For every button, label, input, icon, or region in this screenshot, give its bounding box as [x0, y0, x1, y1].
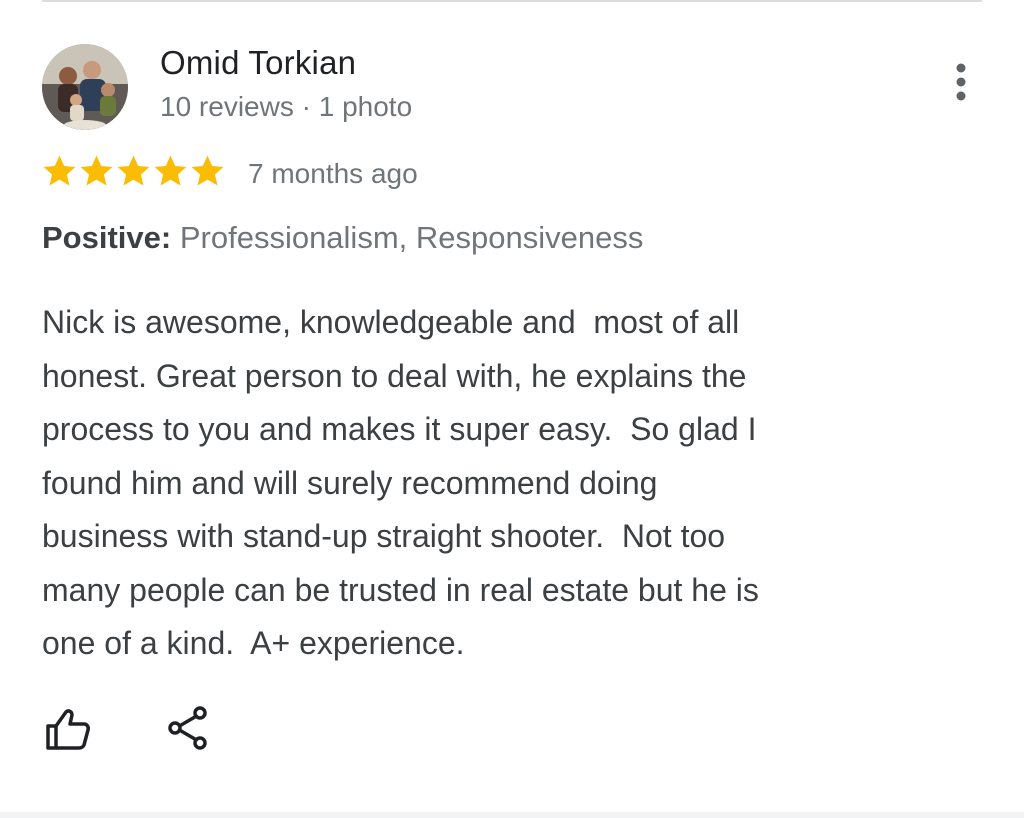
review-date: 7 months ago — [248, 158, 418, 189]
highlights-value: Professionalism, Responsiveness — [179, 220, 644, 255]
star-icon — [154, 155, 187, 186]
more-options-button[interactable] — [940, 58, 982, 106]
author-name[interactable]: Omid Torkian — [160, 44, 356, 82]
author-review-count: 10 reviews · 1 photo — [160, 91, 413, 122]
star-icon — [43, 155, 76, 186]
review-text: Nick is awesome, knowledgeable and most … — [42, 304, 759, 661]
share-button[interactable] — [162, 702, 214, 754]
highlights-label: Positive: — [42, 220, 172, 255]
like-button[interactable] — [42, 704, 94, 756]
avatar-photo — [42, 44, 128, 130]
thumbs-up-icon — [46, 709, 90, 750]
star-icon — [80, 155, 113, 186]
star-icon — [191, 155, 224, 186]
review-highlights: Positive: Professionalism, Responsivenes… — [42, 220, 643, 256]
share-icon — [168, 706, 207, 750]
more-vert-icon — [956, 63, 966, 101]
star-icon — [117, 155, 150, 186]
bottom-divider — [0, 812, 1024, 818]
author-avatar[interactable] — [42, 44, 128, 130]
star-rating — [42, 154, 225, 189]
top-divider — [42, 0, 982, 2]
